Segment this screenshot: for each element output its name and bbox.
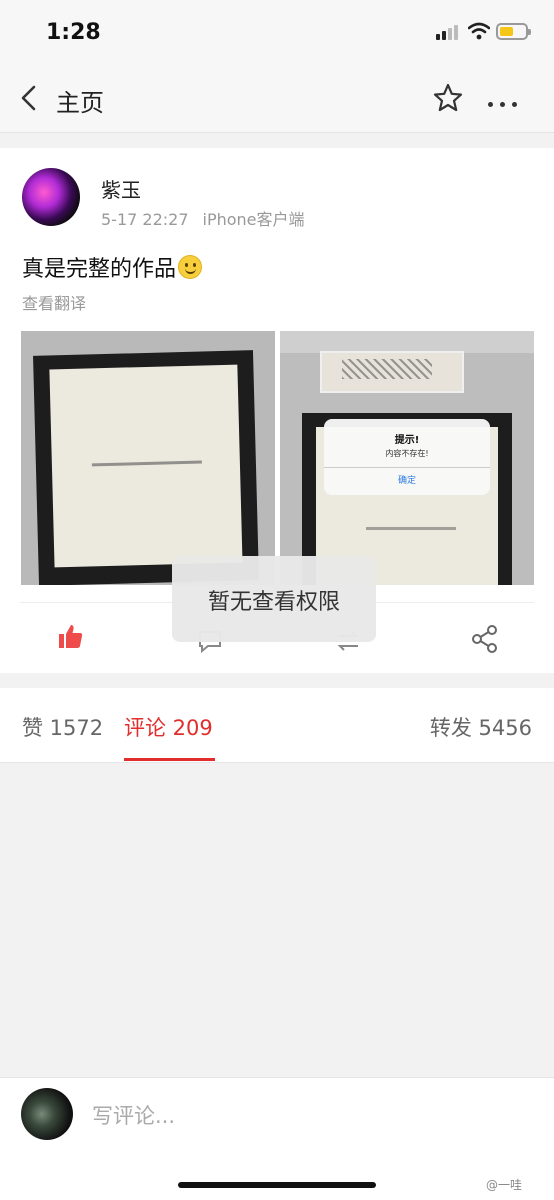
share-icon[interactable] [470, 624, 500, 654]
tab-reposts[interactable]: 转发 5456 [430, 712, 532, 742]
post-source: iPhone客户端 [202, 210, 305, 229]
photo-dialog-button: 确定 [397, 476, 416, 486]
post-image-1[interactable] [21, 331, 275, 585]
nav-bar: 主页 [0, 62, 554, 133]
post-text: 真是完整的作品 [22, 251, 203, 283]
page-title[interactable]: 主页 [56, 83, 104, 118]
status-time: 1:28 [46, 20, 101, 45]
like-icon[interactable] [56, 622, 84, 650]
author-name[interactable]: 紫玉 [101, 174, 141, 203]
toast-message: 暂无查看权限 [172, 556, 376, 642]
home-indicator[interactable] [178, 1182, 376, 1188]
photo-dialog-message: 内容不存在! [385, 449, 429, 458]
comment-bar: 写评论... [0, 1077, 554, 1200]
post-tabs: 赞 1572 评论 209 转发 5456 [0, 688, 554, 763]
author-avatar[interactable] [22, 168, 80, 226]
post-image-2[interactable]: 提示! 内容不存在! 确定 [280, 331, 534, 585]
translate-link[interactable]: 查看翻译 [22, 290, 86, 314]
tab-comments[interactable]: 评论 209 [124, 712, 213, 742]
back-icon[interactable] [18, 84, 38, 112]
wifi-icon [468, 22, 490, 40]
battery-icon [496, 23, 531, 40]
photo-dialog: 提示! 内容不存在! 确定 [324, 419, 490, 495]
user-avatar [21, 1088, 73, 1140]
more-icon[interactable] [488, 92, 524, 111]
comment-input[interactable]: 写评论... [92, 1100, 175, 1130]
post-time: 5-17 22:27 [101, 210, 189, 229]
photo-dialog-title: 提示! [394, 435, 420, 446]
smile-emoji-icon [178, 255, 203, 279]
post-text-content: 真是完整的作品 [22, 257, 177, 282]
status-bar: 1:28 [0, 0, 554, 62]
post-meta: 5-17 22:27 iPhone客户端 [101, 206, 305, 230]
active-tab-indicator [124, 758, 215, 761]
watermark: @一哇 [486, 1178, 523, 1192]
toast-text: 暂无查看权限 [207, 590, 340, 615]
star-icon[interactable] [432, 82, 464, 114]
tab-likes[interactable]: 赞 1572 [22, 712, 103, 742]
